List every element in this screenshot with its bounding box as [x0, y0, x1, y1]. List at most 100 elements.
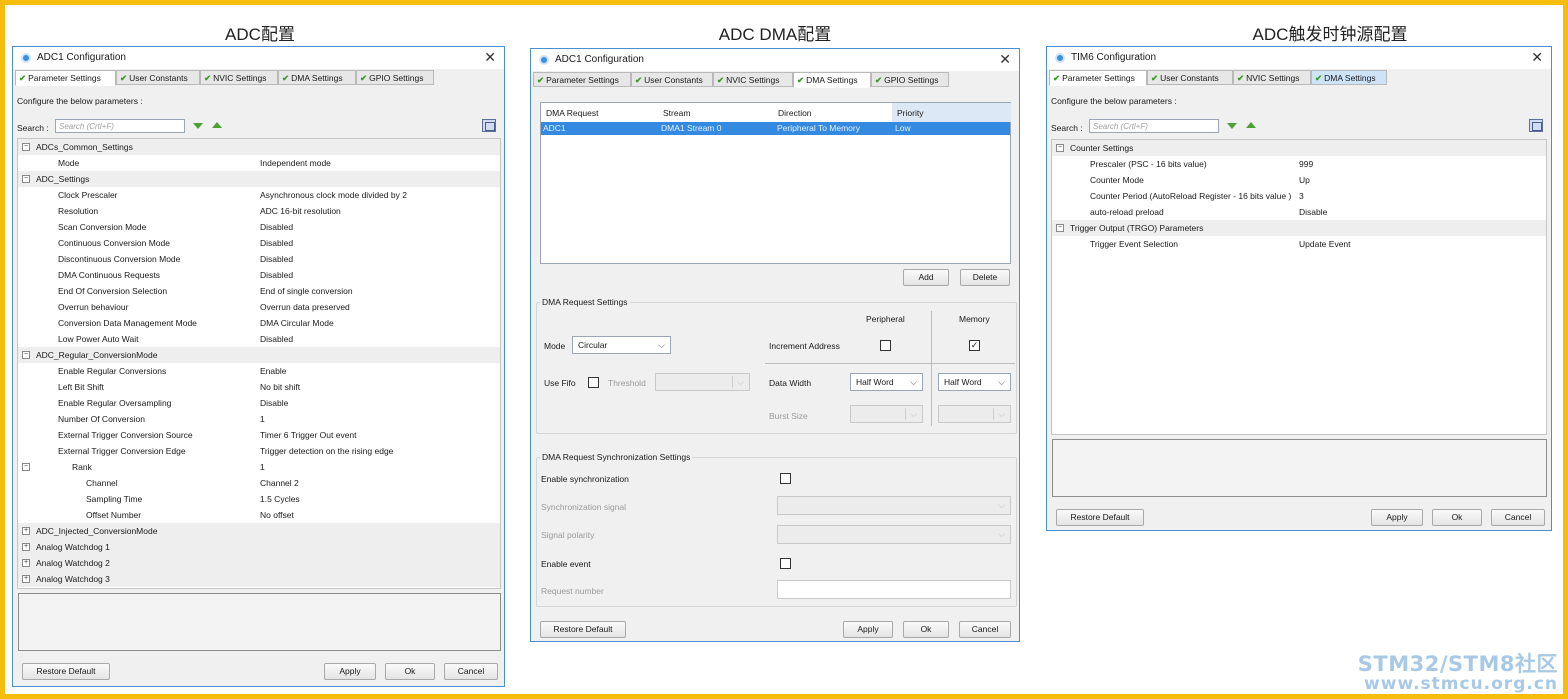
tab-dma-settings[interactable]: ✔ DMA Settings [278, 70, 356, 85]
table-row[interactable]: External Trigger Conversion Edge Trigger … [18, 443, 500, 459]
search-input[interactable]: Search (Crtl+F) [1089, 119, 1219, 133]
peripheral-burst-select[interactable]: ⌵ [850, 405, 923, 423]
table-row[interactable]: Clock Prescaler Asynchronous clock mode d… [18, 187, 500, 203]
ok-button[interactable]: Ok [385, 663, 435, 680]
expand-icon[interactable]: + [22, 559, 30, 567]
collapse-icon[interactable]: − [1056, 224, 1064, 232]
table-row[interactable]: Trigger Event Selection Update Event [1052, 236, 1546, 252]
use-fifo-checkbox[interactable] [588, 377, 599, 388]
group-adc-settings[interactable]: − ADC_Settings [18, 171, 500, 187]
close-icon[interactable]: ✕ [999, 51, 1011, 68]
sync-signal-select[interactable]: ⌵ [777, 496, 1011, 515]
table-row[interactable]: Mode Independent mode [18, 155, 500, 171]
cancel-button[interactable]: Cancel [1491, 509, 1545, 526]
tab-nvic-settings[interactable]: ✔ NVIC Settings [713, 72, 793, 87]
cancel-button[interactable]: Cancel [444, 663, 498, 680]
collapse-icon[interactable]: − [22, 463, 30, 471]
peripheral-increment-checkbox[interactable] [880, 340, 891, 351]
view-toggle-icon[interactable] [1529, 119, 1543, 132]
group-trgo-parameters[interactable]: − Trigger Output (TRGO) Parameters [1052, 220, 1546, 236]
search-next-icon[interactable] [193, 123, 203, 129]
tab-parameter-settings[interactable]: ✔ Parameter Settings [1049, 70, 1147, 86]
table-row[interactable]: Left Bit Shift No bit shift [18, 379, 500, 395]
table-row[interactable]: Counter Mode Up [1052, 172, 1546, 188]
close-icon[interactable]: ✕ [1531, 49, 1543, 66]
search-prev-icon[interactable] [212, 122, 222, 128]
tab-gpio-settings[interactable]: ✔ GPIO Settings [356, 70, 434, 85]
table-row[interactable]: Overrun behaviour Overrun data preserved [18, 299, 500, 315]
ok-button[interactable]: Ok [903, 621, 949, 638]
tab-user-constants[interactable]: ✔ User Constants [631, 72, 713, 87]
request-number-input[interactable] [777, 580, 1011, 599]
collapse-icon[interactable]: − [22, 351, 30, 359]
search-next-icon[interactable] [1227, 123, 1237, 129]
tab-user-constants[interactable]: ✔ User Constants [1147, 70, 1233, 85]
table-row[interactable]: Enable Regular Conversions Enable [18, 363, 500, 379]
table-row[interactable]: Continuous Conversion Mode Disabled [18, 235, 500, 251]
view-toggle-icon[interactable] [482, 119, 496, 132]
search-input[interactable]: Search (Crtl+F) [55, 119, 185, 133]
table-row[interactable]: Channel Channel 2 [18, 475, 500, 491]
collapse-icon[interactable]: − [22, 143, 30, 151]
table-row[interactable]: Offset Number No offset [18, 507, 500, 523]
apply-button[interactable]: Apply [324, 663, 376, 680]
table-row[interactable]: auto-reload preload Disable [1052, 204, 1546, 220]
restore-default-button[interactable]: Restore Default [540, 621, 626, 638]
peripheral-data-width-select[interactable]: Half Word ⌵ [850, 373, 923, 391]
tab-dma-settings[interactable]: ✔ DMA Settings [793, 72, 871, 88]
expand-icon[interactable]: + [22, 527, 30, 535]
table-row[interactable]: External Trigger Conversion Source Timer … [18, 427, 500, 443]
group-adcs-common-settings[interactable]: − ADCs_Common_Settings [18, 139, 500, 155]
table-row[interactable]: Resolution ADC 16-bit resolution [18, 203, 500, 219]
tab-parameter-settings[interactable]: ✔ Parameter Settings [15, 70, 116, 86]
table-row-rank[interactable]: − Rank 1 [18, 459, 500, 475]
table-row[interactable]: Number Of Conversion 1 [18, 411, 500, 427]
close-icon[interactable]: ✕ [484, 49, 496, 66]
table-row-selected[interactable]: ADC1 DMA1 Stream 0 Peripheral To Memory … [541, 122, 1010, 135]
memory-increment-checkbox[interactable]: ✓ [969, 340, 980, 351]
table-row[interactable]: Scan Conversion Mode Disabled [18, 219, 500, 235]
group-analog-watchdog-1[interactable]: + Analog Watchdog 1 [18, 539, 500, 555]
table-row[interactable]: End Of Conversion Selection End of single… [18, 283, 500, 299]
dma-request-table: DMA Request Stream Direction Priority AD… [540, 102, 1011, 264]
group-counter-settings[interactable]: − Counter Settings [1052, 140, 1546, 156]
collapse-icon[interactable]: − [22, 175, 30, 183]
collapse-icon[interactable]: − [1056, 144, 1064, 152]
add-button[interactable]: Add [903, 269, 949, 286]
table-row[interactable]: Low Power Auto Wait Disabled [18, 331, 500, 347]
tab-user-constants[interactable]: ✔ User Constants [116, 70, 200, 85]
table-row[interactable]: Discontinuous Conversion Mode Disabled [18, 251, 500, 267]
restore-default-button[interactable]: Restore Default [1056, 509, 1144, 526]
tab-parameter-settings[interactable]: ✔ Parameter Settings [533, 72, 631, 87]
signal-polarity-select[interactable]: ⌵ [777, 525, 1011, 544]
cancel-button[interactable]: Cancel [959, 621, 1011, 638]
tab-nvic-settings[interactable]: ✔ NVIC Settings [200, 70, 278, 85]
tab-dma-settings[interactable]: ✔ DMA Settings [1311, 70, 1387, 85]
apply-button[interactable]: Apply [843, 621, 893, 638]
mode-select[interactable]: Circular ⌵ [572, 336, 671, 354]
ok-button[interactable]: Ok [1432, 509, 1482, 526]
expand-icon[interactable]: + [22, 543, 30, 551]
apply-button[interactable]: Apply [1371, 509, 1423, 526]
enable-event-checkbox[interactable] [780, 558, 791, 569]
group-analog-watchdog-2[interactable]: + Analog Watchdog 2 [18, 555, 500, 571]
expand-icon[interactable]: + [22, 575, 30, 583]
search-prev-icon[interactable] [1246, 122, 1256, 128]
restore-default-button[interactable]: Restore Default [22, 663, 110, 680]
memory-burst-select[interactable]: ⌵ [938, 405, 1011, 423]
table-row[interactable]: Sampling Time 1.5 Cycles [18, 491, 500, 507]
tab-gpio-settings[interactable]: ✔ GPIO Settings [871, 72, 949, 87]
group-analog-watchdog-3[interactable]: + Analog Watchdog 3 [18, 571, 500, 587]
tab-nvic-settings[interactable]: ✔ NVIC Settings [1233, 70, 1311, 85]
memory-data-width-select[interactable]: Half Word ⌵ [938, 373, 1011, 391]
enable-sync-checkbox[interactable] [780, 473, 791, 484]
threshold-select[interactable]: ⌵ [655, 373, 750, 391]
group-adc-injected-conversion[interactable]: + ADC_Injected_ConversionMode [18, 523, 500, 539]
table-row[interactable]: Prescaler (PSC - 16 bits value) 999 [1052, 156, 1546, 172]
delete-button[interactable]: Delete [960, 269, 1010, 286]
table-row[interactable]: Conversion Data Management Mode DMA Circu… [18, 315, 500, 331]
group-adc-regular-conversion[interactable]: − ADC_Regular_ConversionMode [18, 347, 500, 363]
table-row[interactable]: DMA Continuous Requests Disabled [18, 267, 500, 283]
table-row[interactable]: Counter Period (AutoReload Register - 16… [1052, 188, 1546, 204]
table-row[interactable]: Enable Regular Oversampling Disable [18, 395, 500, 411]
